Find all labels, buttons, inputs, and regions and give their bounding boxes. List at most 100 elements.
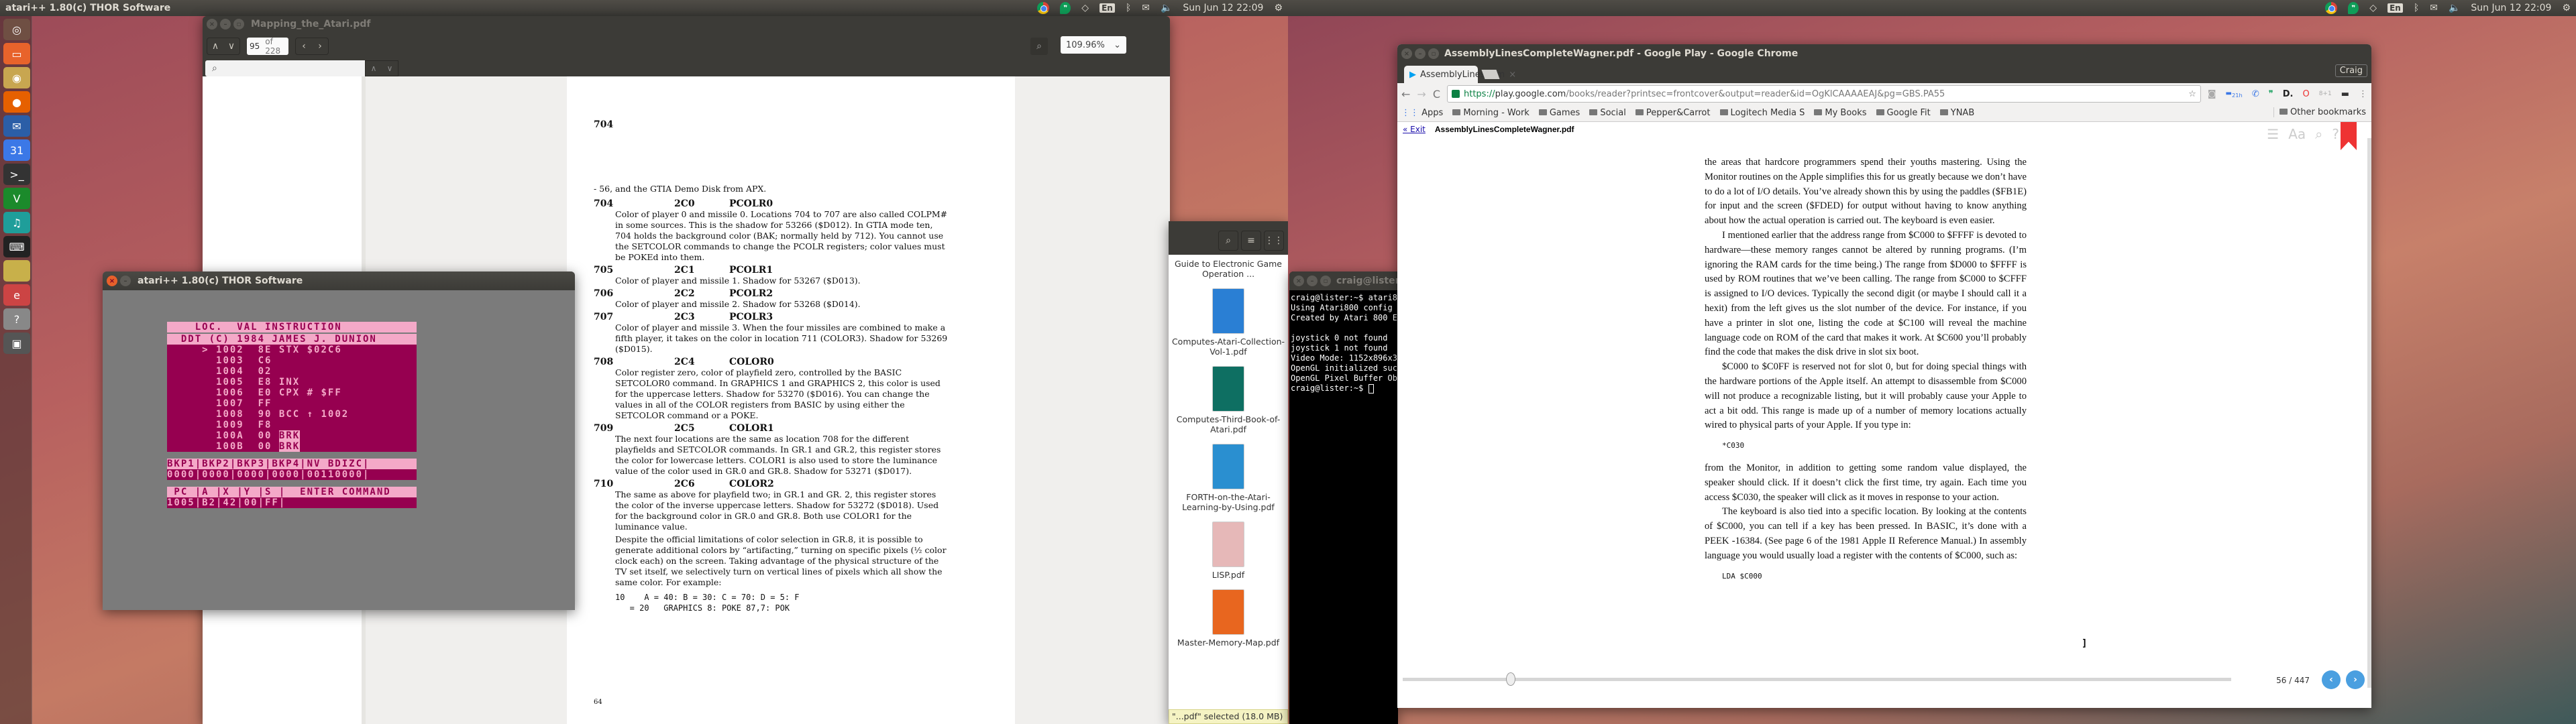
help-icon[interactable]: ? [2332,126,2339,142]
bookmark-item[interactable]: Pepper&Carrot [1635,108,1711,118]
page-slider[interactable] [1403,672,2231,686]
bookmark-item[interactable]: Social [1589,108,1626,118]
volume-icon[interactable]: 🔈 [1161,3,1172,13]
calendar-extension-icon[interactable]: ▬21h [2225,90,2242,99]
mail-icon[interactable]: ✉ [2430,3,2438,13]
bookmark-item[interactable]: Games [1538,108,1580,118]
file-item[interactable]: Master-Memory-Map.pdf [1169,589,1288,648]
file-item[interactable]: Guide to Electronic Game Operation ... [1169,259,1288,279]
file-item[interactable]: Computes-Third-Book-of-Atari.pdf [1169,366,1288,434]
terminal-output[interactable]: craig@lister:~$ atari800 Using Atari800 c… [1289,290,1398,383]
contents-icon[interactable]: ☰ [2267,126,2279,142]
keyboard-layout-indicator[interactable]: En [1099,3,1115,13]
previous-page-button[interactable]: ‹ [2322,670,2341,689]
file-item[interactable]: LISP.pdf [1169,522,1288,580]
exit-link[interactable]: « Exit [1403,125,1426,134]
minimize-icon[interactable]: – [220,19,231,29]
launcher-document-viewer[interactable]: e [3,284,30,306]
launcher-workspaces[interactable]: ▣ [3,333,30,354]
bookmark-item[interactable]: YNAB [1939,108,1974,118]
close-icon[interactable]: × [1401,48,1412,59]
chrome-tray-icon[interactable] [2325,2,2338,14]
vertical-scrollbar[interactable] [2367,138,2371,688]
other-bookmarks[interactable]: Other bookmarks [2273,107,2366,117]
opera-extension-icon[interactable]: O [2302,89,2309,99]
register-values-row[interactable]: 1005|B2|42|00|FF| [167,497,417,508]
find-next-icon[interactable]: ∨ [382,61,398,76]
wifi-icon[interactable]: ◇ [2369,3,2377,13]
ddt-debugger-screen[interactable]: LOC. VAL INSTRUCTION DDT (C) 1984 JAMES … [167,322,417,508]
file-item[interactable]: Computes-Atari-Collection-Vol-1.pdf [1169,288,1288,357]
clock[interactable]: Sun Jun 12 22:09 [1183,3,1263,13]
zoom-select[interactable]: 109.96% ⌄ [1061,36,1126,54]
wifi-icon[interactable]: ◇ [1081,3,1089,13]
launcher-terminal[interactable]: >_ [3,164,30,185]
chevron-up-icon[interactable]: ∧ [207,41,223,52]
bookmark-item[interactable]: Logitech Media S [1719,108,1805,118]
pdf-titlebar[interactable]: × – ▫ Mapping_the_Atari.pdf [203,16,1170,32]
bookmark-ribbon-icon[interactable] [2341,122,2357,150]
display-options-icon[interactable]: Aa [2288,126,2306,142]
phone-extension-icon[interactable]: ✆ [2252,89,2259,99]
close-icon[interactable]: × [107,276,117,286]
back-chevron-icon[interactable]: ‹ [296,41,312,52]
launcher-apple-emulator[interactable] [3,260,30,282]
bookmark-item[interactable]: ⋮⋮ Apps [1401,108,1443,118]
bookmark-star-icon[interactable]: ☆ [2188,89,2196,99]
page-number-field[interactable]: 95 of 228 [247,37,288,56]
maximize-icon[interactable]: ▫ [1428,48,1439,59]
address-bar[interactable]: https://play.google.com/books/reader?pri… [1446,85,2201,103]
close-icon[interactable]: × [207,19,217,29]
atari-titlebar[interactable]: × – atari++ 1.80(c) THOR Software [103,272,575,290]
list-view-icon[interactable]: ≡ [1241,231,1261,251]
forward-arrow-icon[interactable]: → [1417,88,1426,101]
minimize-icon[interactable]: – [120,276,131,286]
rss-extension-icon[interactable]: ◙ [2208,89,2216,99]
search-icon[interactable]: ⌕ [2315,126,2322,142]
launcher-thunderbird[interactable]: ✉ [3,115,30,137]
bookmark-item[interactable]: My Books [1814,108,1867,118]
chrome-titlebar[interactable]: × – ▫ AssemblyLinesCompleteWagner.pdf - … [1397,44,2371,63]
launcher-vim[interactable]: V [3,188,30,209]
find-previous-icon[interactable]: ∧ [366,61,382,76]
back-arrow-icon[interactable]: ← [1401,88,1410,101]
chrome-tray-icon[interactable] [1037,2,1050,14]
page-current[interactable]: 95 [250,42,260,51]
terminal-prompt-line[interactable]: craig@lister:~$ [1289,383,1398,394]
minimize-icon[interactable]: – [1307,276,1318,286]
forward-chevron-icon[interactable]: › [312,41,328,52]
grid-view-icon[interactable]: ⋮⋮ [1264,231,1284,251]
power-gear-icon[interactable]: ⚙ [2562,3,2571,13]
launcher-chrome[interactable]: ◉ [3,67,30,88]
volume-icon[interactable]: 🔈 [2449,3,2460,13]
launcher-files[interactable]: ▭ [3,43,30,64]
profile-button[interactable]: Craig [2334,64,2367,77]
search-icon[interactable]: ⌕ [1218,231,1238,251]
bookmark-item[interactable]: Google Fit [1876,108,1931,118]
clock[interactable]: Sun Jun 12 22:09 [2471,3,2551,13]
close-icon[interactable]: × [1293,276,1304,286]
launcher-help[interactable]: ? [3,308,30,330]
bluetooth-icon[interactable]: ᛒ [2414,3,2419,13]
tab-play-books[interactable]: ▶ AssemblyLinesCom × [1404,66,1516,83]
bluetooth-icon[interactable]: ᛒ [1126,3,1131,13]
find-input[interactable]: ⌕ [205,60,365,76]
hangouts-tray-icon[interactable]: ❞ [1060,2,1071,14]
keyboard-layout-indicator[interactable]: En [2387,3,2403,13]
d-extension-icon[interactable]: D. [2283,89,2294,99]
launcher-music[interactable]: ♫ [3,212,30,233]
mail-icon[interactable]: ✉ [1142,3,1150,13]
terminal-titlebar[interactable]: × – ▫ craig@lister: ~ [1289,272,1398,290]
reload-icon[interactable]: C [1433,88,1440,101]
hangouts-tray-icon[interactable]: ❞ [2348,2,2359,14]
maximize-icon[interactable]: ▫ [233,19,244,29]
maximize-icon[interactable]: ▫ [1320,276,1331,286]
minimize-icon[interactable]: – [1415,48,1426,59]
launcher-keyboard-app[interactable]: ⌨ [3,236,30,257]
new-tab-button[interactable] [1481,70,1500,79]
launcher-calendar[interactable]: 31 [3,139,30,161]
file-item[interactable]: FORTH-on-the-Atari-Learning-by-Using.pdf [1169,444,1288,512]
chevron-down-icon[interactable]: ∨ [223,41,239,52]
device-extension-icon[interactable]: ▬ [2341,89,2349,99]
hangouts-extension-icon[interactable]: ❞ [2269,89,2273,99]
